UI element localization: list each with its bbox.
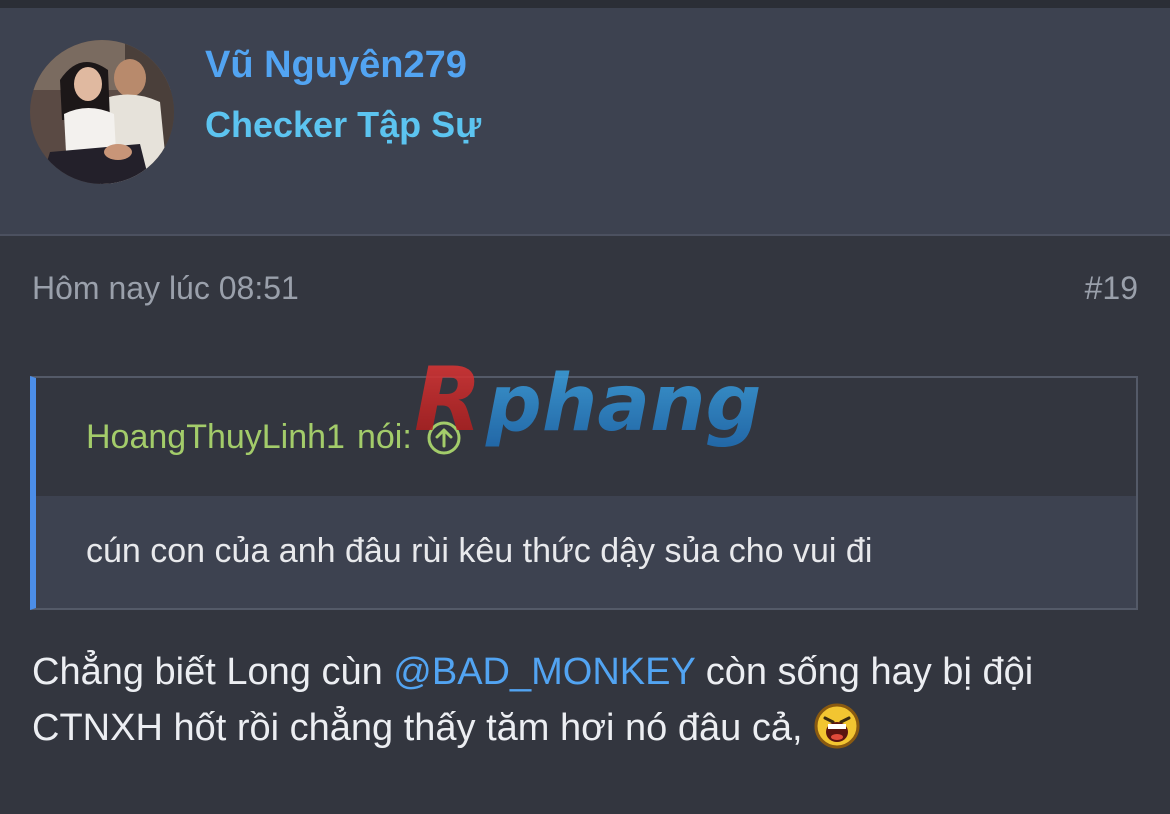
post-meta: Hôm nay lúc 08:51 #19 (0, 270, 1170, 314)
post-page: Vũ Nguyên279 Checker Tập Sự Hôm nay lúc … (0, 0, 1170, 814)
quote-author-link[interactable]: HoangThuyLinh1 nói: (86, 418, 462, 457)
quote-block: HoangThuyLinh1 nói: cún con của anh đâu … (30, 376, 1138, 610)
user-header: Vũ Nguyên279 Checker Tập Sự (0, 8, 1170, 236)
post-message: Chẳng biết Long cùn @BAD_MONKEY còn sống… (32, 644, 1142, 756)
top-edge (0, 0, 1170, 8)
shouting-face-emoji-icon (813, 702, 861, 750)
avatar[interactable] (30, 40, 174, 184)
quote-author-name: HoangThuyLinh1 (86, 418, 345, 456)
user-mention-link[interactable]: @BAD_MONKEY (393, 651, 695, 693)
post-timestamp[interactable]: Hôm nay lúc 08:51 (32, 270, 299, 307)
arrow-up-circle-icon[interactable] (426, 420, 462, 456)
user-title: Checker Tập Sự (205, 104, 482, 145)
quote-body: cún con của anh đâu rùi kêu thức dậy sủa… (36, 496, 1136, 608)
username-link[interactable]: Vũ Nguyên279 (205, 44, 467, 87)
quote-said-label: nói: (356, 418, 412, 456)
quote-text: cún con của anh đâu rùi kêu thức dậy sủa… (86, 532, 873, 570)
quote-header: HoangThuyLinh1 nói: (36, 378, 1136, 496)
message-text-part1: Chẳng biết Long cùn (32, 651, 394, 693)
post-number-link[interactable]: #19 (1085, 270, 1138, 307)
